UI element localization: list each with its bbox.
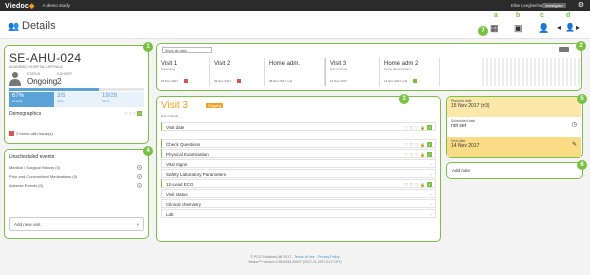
demographics-status: ▽ ▽ ▽ ✓ bbox=[124, 111, 142, 116]
callout-c: c bbox=[540, 12, 544, 19]
cohort-label: COHORT bbox=[57, 72, 73, 76]
future-visits-area bbox=[482, 58, 580, 86]
page-header: 👥 Details 7 a b c d ▦ ▣ 👤 ◂ 👤 ▸ bbox=[0, 11, 590, 39]
avatar bbox=[9, 72, 21, 86]
visit-timeline: Show all visits Visit 1 Screening 15 Nov… bbox=[156, 43, 582, 91]
status-label: STATUS bbox=[27, 72, 41, 76]
subjects-icon: 👥 bbox=[8, 21, 20, 31]
visit-date-block[interactable]: Visit date 14 Nov 2017 ✎ bbox=[447, 137, 581, 157]
add-icon[interactable]: + bbox=[430, 192, 432, 197]
form-row[interactable]: Visit status + bbox=[161, 189, 436, 198]
callout-7: 7 bbox=[478, 26, 488, 36]
clock-icon[interactable]: ◷ bbox=[572, 121, 577, 128]
add-icon[interactable]: + bbox=[430, 162, 432, 167]
form-row[interactable]: 12-Lead ECG ▽ ▽ ▽ 🔒 ✓ bbox=[161, 179, 436, 188]
demographics-form[interactable]: Demographics bbox=[9, 111, 41, 117]
subject-id: SE-AHU-024 bbox=[9, 51, 82, 65]
visit-card-home-adm[interactable]: Home adm. 08 Nov 2017 (+4) bbox=[265, 58, 325, 86]
add-icon[interactable]: + bbox=[137, 183, 142, 188]
scheduled-date-block[interactable]: Scheduled date not set ◷ bbox=[447, 117, 581, 137]
form-row[interactable]: Clinical chemistry + bbox=[161, 199, 436, 208]
check-icon: ✓ bbox=[137, 111, 142, 116]
visit-filter-select[interactable]: Show all visits bbox=[162, 47, 212, 53]
gear-icon[interactable]: ⚙ bbox=[578, 1, 584, 9]
cohort-value: 2 bbox=[57, 77, 62, 86]
visit-date: 14 Nov 2017 bbox=[451, 143, 480, 149]
pdf-icon[interactable]: ▣ bbox=[514, 23, 523, 34]
add-icon[interactable]: + bbox=[430, 202, 432, 207]
viedoc-logo[interactable]: Viedoc◆ bbox=[5, 2, 35, 10]
stat-study: 67% of study bbox=[9, 92, 54, 107]
callout-4: 4 bbox=[143, 146, 153, 156]
version-text: Viedoc™ version 4.38.6333.20047 (2017-11… bbox=[248, 260, 342, 264]
subject-nav-icon[interactable]: 👤 bbox=[565, 23, 575, 32]
form-row[interactable]: Visit date ▽ ▽ ▽ 🔒 ✓ bbox=[161, 122, 436, 131]
visit-status-badge: Ongoing bbox=[206, 103, 224, 108]
add-icon[interactable]: + bbox=[137, 165, 142, 170]
visit-detail: Visit 3 Ongoing End of Study Visit date ▽… bbox=[156, 96, 441, 242]
unscheduled-row[interactable]: Prior and Concomitant Medications (0) + bbox=[9, 174, 142, 179]
visit-title: Visit 3 bbox=[161, 100, 189, 111]
form-row[interactable]: Safety Laboratory Parameters + bbox=[161, 169, 436, 178]
add-icon[interactable]: + bbox=[137, 174, 142, 179]
add-note[interactable]: Add note bbox=[446, 162, 583, 179]
visit-card-1[interactable]: Visit 1 Screening 15 Nov 2017 bbox=[157, 58, 210, 86]
progress-bar bbox=[9, 88, 144, 91]
visit-card-2[interactable]: Visit 2 09 Nov 2017 bbox=[210, 58, 265, 86]
grid-view-icon[interactable]: ▦ bbox=[490, 23, 499, 34]
privacy-link[interactable]: Privacy Policy bbox=[318, 255, 340, 259]
form-row[interactable]: Check Questions ▽ ▽ ▽ 🔒 ✓ bbox=[161, 139, 436, 148]
top-bar: Viedoc◆ A demo study Elise Leeghenhamp I… bbox=[0, 0, 590, 11]
progress-stats: 67% of study 3/5 visits 19/28 forms bbox=[9, 92, 144, 107]
form-row[interactable]: Vital Signs + bbox=[161, 159, 436, 168]
add-icon[interactable]: + bbox=[430, 212, 432, 217]
visit-dates: Planned date 15 Nov 2017 (±3) Scheduled … bbox=[446, 96, 583, 158]
subject-site: ACADEMIC HOSPITAL UPPSALA bbox=[9, 65, 63, 69]
status-value: Ongoing bbox=[27, 77, 58, 86]
edit-icon[interactable]: ✎ bbox=[572, 141, 577, 148]
user-icon[interactable]: 👤 bbox=[538, 23, 549, 34]
issues-link[interactable]: 2 forms with issue(s) bbox=[9, 131, 53, 137]
study-name: A demo study bbox=[42, 3, 70, 8]
callout-d: d bbox=[566, 12, 571, 19]
role-badge: Investigator bbox=[541, 3, 566, 8]
unscheduled-title: Unscheduled events bbox=[9, 154, 55, 160]
warning-icon bbox=[9, 131, 14, 137]
footer: © PCG Solutions AB 2017 - Terms of Use -… bbox=[0, 255, 590, 265]
warning-icon bbox=[237, 79, 242, 83]
planned-date-block: Planned date 15 Nov 2017 (±3) bbox=[447, 97, 581, 117]
next-subject-icon[interactable]: ▸ bbox=[576, 23, 580, 32]
callout-b: b bbox=[516, 12, 521, 19]
stat-visits: 3/5 visits bbox=[57, 93, 66, 103]
visit-card-home-adm-2[interactable]: Home adm 2 Home administration 14 Nov 20… bbox=[380, 58, 440, 86]
callout-3: 3 bbox=[399, 94, 409, 104]
terms-link[interactable]: Terms of Use bbox=[294, 255, 315, 259]
page-title: Details bbox=[22, 20, 56, 32]
subject-card: SE-AHU-024 ACADEMIC HOSPITAL UPPSALA STA… bbox=[4, 45, 149, 144]
callout-1: 1 bbox=[143, 42, 153, 52]
warning-icon bbox=[184, 79, 189, 83]
unscheduled-events: Unscheduled events Medical / Surgical Hi… bbox=[4, 149, 149, 239]
form-row[interactable]: Lab + bbox=[161, 209, 436, 218]
check-icon bbox=[413, 79, 418, 83]
callout-6: 6 bbox=[577, 160, 587, 170]
form-row[interactable]: Physical Examination ▽ ▽ ▽ 🔒 ✓ bbox=[161, 149, 436, 158]
callout-a: a bbox=[494, 12, 498, 19]
timeline-toggle[interactable] bbox=[559, 47, 569, 52]
visit-card-3[interactable]: Visit 3 End of Study 14 Nov 2017 bbox=[325, 58, 380, 86]
unscheduled-row[interactable]: Adverse Events (0) + bbox=[9, 183, 142, 188]
prev-subject-icon[interactable]: ◂ bbox=[557, 23, 561, 32]
callout-5: 5 bbox=[577, 94, 587, 104]
visit-subtitle: End of Study bbox=[161, 114, 179, 118]
add-icon[interactable]: + bbox=[430, 172, 432, 177]
unscheduled-row[interactable]: Medical / Surgical History (0) + bbox=[9, 165, 142, 170]
callout-2: 2 bbox=[576, 41, 586, 51]
add-new-visit-button[interactable]: Add new visit ▾ bbox=[9, 217, 144, 231]
add-note-label: Add note bbox=[452, 168, 471, 173]
scheduled-date: not set bbox=[451, 123, 467, 129]
stat-forms: 19/28 forms bbox=[102, 93, 118, 103]
planned-date: 15 Nov 2017 (±3) bbox=[451, 103, 490, 109]
